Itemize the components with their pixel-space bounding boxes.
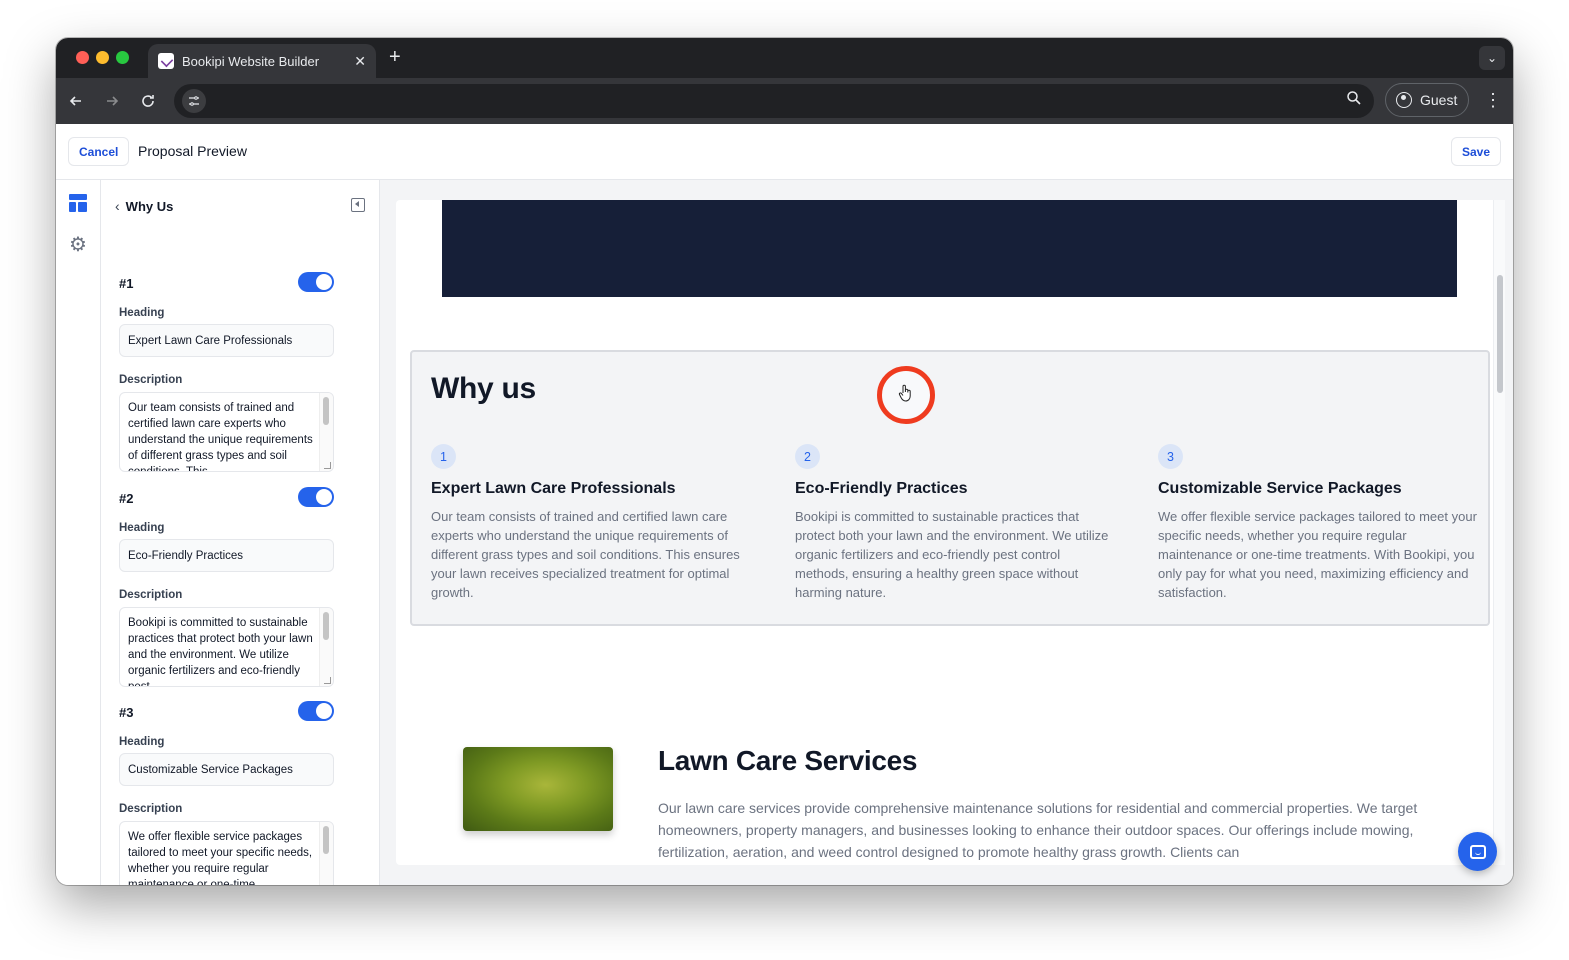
profile-button[interactable]: Guest	[1385, 83, 1469, 117]
cancel-button[interactable]: Cancel	[68, 137, 130, 166]
profile-label: Guest	[1420, 92, 1458, 108]
heading-label: Heading	[119, 307, 165, 319]
reload-icon[interactable]	[136, 89, 160, 113]
item-number: #1	[119, 276, 134, 291]
description-label: Description	[119, 589, 183, 601]
chat-icon	[1469, 844, 1486, 859]
services-description: Our lawn care services provide comprehen…	[658, 800, 1418, 860]
preview-scrollbar[interactable]	[1493, 200, 1505, 865]
page-title: Proposal Preview	[138, 143, 247, 159]
column-description: We offer flexible service packages tailo…	[1158, 509, 1477, 600]
collapse-panel-icon[interactable]	[351, 198, 365, 212]
chat-support-button[interactable]	[1458, 832, 1497, 871]
heading-input[interactable]: Expert Lawn Care Professionals	[119, 324, 334, 357]
browser-tab[interactable]: Bookipi Website Builder ✕	[148, 44, 376, 78]
profile-icon	[1396, 92, 1412, 108]
item-toggle[interactable]	[298, 272, 334, 292]
column-heading: Expert Lawn Care Professionals	[431, 480, 676, 497]
description-textarea[interactable]: Bookipi is committed to sustainable prac…	[119, 607, 334, 687]
description-textarea[interactable]: Our team consists of trained and certifi…	[119, 392, 334, 472]
header-banner	[442, 200, 1457, 297]
column-heading: Customizable Service Packages	[1158, 480, 1402, 497]
tab-title: Bookipi Website Builder	[182, 53, 320, 69]
zoom-icon[interactable]	[1346, 90, 1362, 111]
site-info-icon[interactable]	[182, 89, 206, 113]
heading-label: Heading	[119, 736, 165, 748]
number-badge: 1	[431, 444, 456, 469]
heading-input[interactable]: Eco-Friendly Practices	[119, 539, 334, 572]
scrollbar-thumb[interactable]	[1497, 275, 1503, 393]
why-column: 3 Customizable Service Packages We offer…	[1158, 444, 1478, 602]
back-icon[interactable]	[64, 89, 88, 113]
tab-bar: Bookipi Website Builder ✕ + ⌄	[56, 38, 1513, 78]
click-indicator	[877, 366, 935, 424]
heading-input[interactable]: Customizable Service Packages	[119, 753, 334, 786]
description-label: Description	[119, 803, 183, 815]
textarea-scrollbar[interactable]	[319, 393, 333, 471]
description-textarea[interactable]: We offer flexible service packages tailo…	[119, 821, 334, 885]
tab-close-icon[interactable]: ✕	[354, 53, 366, 70]
left-rail: ⚙	[56, 180, 101, 885]
browser-window: Bookipi Website Builder ✕ + ⌄ Guest ⋮ Ca…	[56, 38, 1513, 885]
description-text: We offer flexible service packages tailo…	[128, 831, 313, 885]
proposal-canvas: Why us 1 Expert Lawn Care Professionals …	[396, 200, 1500, 865]
why-column: 2 Eco-Friendly Practices Bookipi is comm…	[795, 444, 1115, 602]
minimize-window-button[interactable]	[96, 51, 109, 64]
app-header: Cancel Proposal Preview Save	[56, 124, 1513, 180]
lawn-image	[463, 747, 613, 831]
new-tab-button[interactable]: +	[389, 46, 401, 69]
resize-handle[interactable]	[324, 677, 331, 684]
close-window-button[interactable]	[76, 51, 89, 64]
column-description: Bookipi is committed to sustainable prac…	[795, 509, 1109, 600]
description-text: Our team consists of trained and certifi…	[128, 402, 313, 472]
description-text: Bookipi is committed to sustainable prac…	[128, 617, 313, 687]
description-label: Description	[119, 374, 183, 386]
save-button[interactable]: Save	[1450, 137, 1501, 166]
gear-icon[interactable]: ⚙	[69, 235, 87, 255]
layout-icon[interactable]	[69, 194, 87, 212]
number-badge: 3	[1158, 444, 1183, 469]
why-column: 1 Expert Lawn Care Professionals Our tea…	[431, 444, 751, 602]
tab-search-chevron-icon[interactable]: ⌄	[1479, 46, 1505, 70]
textarea-scrollbar[interactable]	[319, 822, 333, 885]
column-description: Our team consists of trained and certifi…	[431, 509, 740, 600]
address-bar[interactable]	[174, 84, 1374, 118]
bookipi-favicon-icon	[158, 53, 174, 69]
services-title: Lawn Care Services	[658, 745, 918, 776]
item-number: #3	[119, 705, 134, 720]
forward-icon[interactable]	[100, 89, 124, 113]
item-toggle[interactable]	[298, 487, 334, 507]
hand-cursor-icon	[898, 384, 914, 407]
section-title: Why us	[431, 372, 536, 405]
browser-menu-icon[interactable]: ⋮	[1484, 90, 1502, 110]
browser-toolbar: Guest ⋮	[56, 78, 1513, 124]
why-us-section[interactable]: Why us 1 Expert Lawn Care Professionals …	[410, 350, 1490, 626]
panel-title: Why Us	[125, 198, 174, 214]
item-toggle[interactable]	[298, 701, 334, 721]
textarea-scrollbar[interactable]	[319, 608, 333, 686]
resize-handle[interactable]	[324, 462, 331, 469]
back-chevron-icon[interactable]: ‹	[115, 198, 120, 214]
panel-header: ‹ Why Us	[115, 196, 365, 216]
column-heading: Eco-Friendly Practices	[795, 480, 968, 497]
section-settings-panel: ‹ Why Us #1 Heading Expert Lawn Care Pro…	[101, 180, 380, 885]
item-number: #2	[119, 491, 134, 506]
maximize-window-button[interactable]	[116, 51, 129, 64]
preview-area: Why us 1 Expert Lawn Care Professionals …	[380, 180, 1513, 885]
number-badge: 2	[795, 444, 820, 469]
heading-label: Heading	[119, 522, 165, 534]
